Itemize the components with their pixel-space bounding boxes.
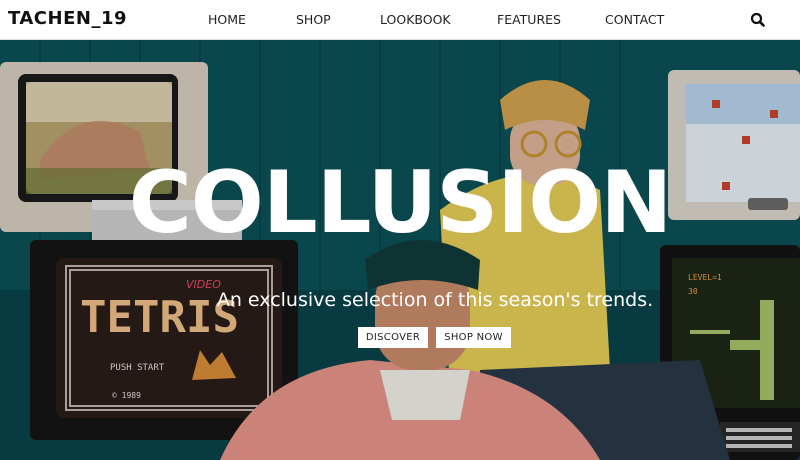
search-button[interactable] bbox=[748, 10, 768, 30]
hero-subtitle: An exclusive selection of this season's … bbox=[216, 289, 654, 311]
search-icon bbox=[750, 12, 765, 27]
nav-contact[interactable]: CONTACT bbox=[605, 12, 664, 27]
nav-features[interactable]: FEATURES bbox=[497, 12, 561, 27]
hero-title: COLLUSION bbox=[128, 153, 673, 253]
nav-home[interactable]: HOME bbox=[208, 12, 246, 27]
nav-shop[interactable]: SHOP bbox=[296, 12, 331, 27]
brand-logo[interactable]: TACHEN_19 bbox=[8, 8, 127, 29]
navbar: TACHEN_19 HOME SHOP LOOKBOOK FEATURES CO… bbox=[0, 0, 800, 40]
nav-lookbook[interactable]: LOOKBOOK bbox=[380, 12, 451, 27]
shop-now-button[interactable]: SHOP NOW bbox=[436, 327, 511, 348]
discover-button[interactable]: DISCOVER bbox=[358, 327, 428, 348]
hero-banner: TETRIS VIDEO PUSH START © 1989 LEVEL=1 3… bbox=[0, 40, 800, 460]
